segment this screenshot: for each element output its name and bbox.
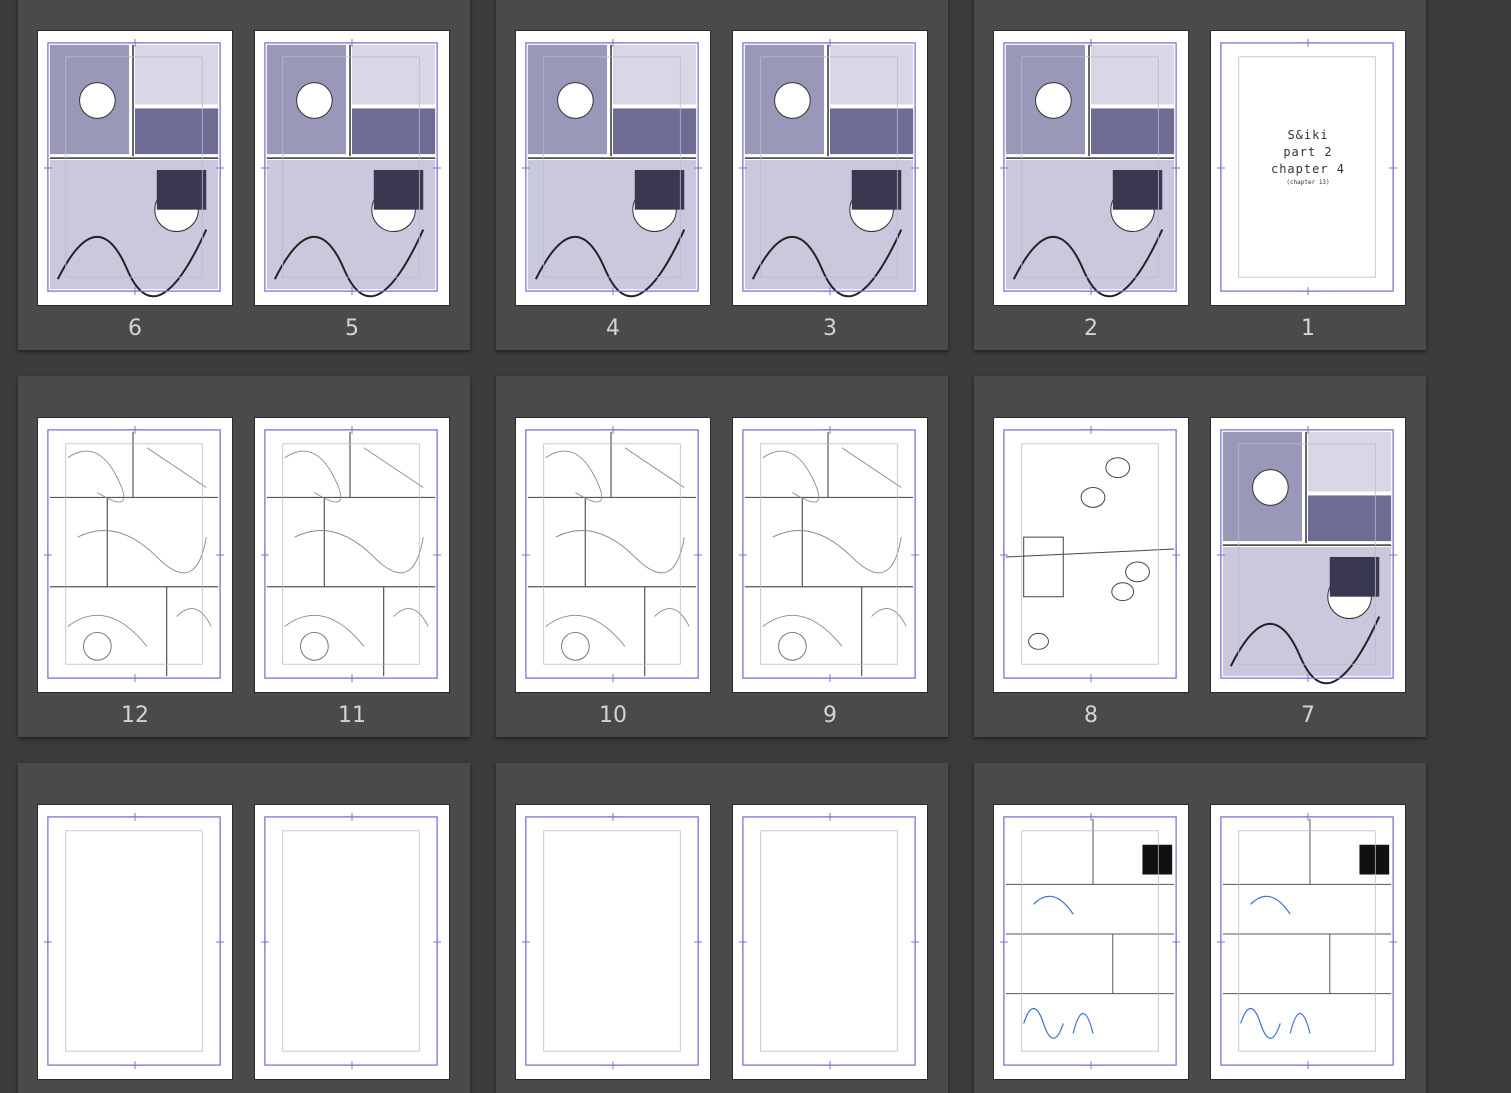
page-number: 5 xyxy=(345,316,359,341)
page-thumbnail[interactable] xyxy=(254,417,450,693)
page-artwork xyxy=(738,425,920,683)
page-thumbnail-selected[interactable] xyxy=(993,417,1189,693)
page-artwork xyxy=(260,38,442,298)
page-thumbnail[interactable] xyxy=(732,417,928,693)
page-thumbnail-blank[interactable] xyxy=(732,804,928,1080)
page-artwork xyxy=(43,812,225,1070)
title-page-text: S&iki part 2 chapter 4 (chapter 13) xyxy=(1211,127,1405,187)
page-artwork xyxy=(1216,812,1398,1070)
title-subline: (chapter 13) xyxy=(1286,179,1330,186)
page-artwork xyxy=(260,425,442,683)
page-artwork xyxy=(521,812,703,1070)
page-number: 2 xyxy=(1084,316,1098,341)
page-thumbnail[interactable] xyxy=(254,30,450,306)
page-thumbnail-blank[interactable] xyxy=(37,804,233,1080)
title-line: part 2 xyxy=(1283,145,1333,159)
page-thumbnail[interactable] xyxy=(515,30,711,306)
page-number: 12 xyxy=(121,703,149,728)
page-artwork xyxy=(1216,425,1398,685)
page-artwork xyxy=(738,38,920,298)
title-page-thumbnail[interactable]: S&iki part 2 chapter 4 (chapter 13) xyxy=(1210,30,1406,306)
page-artwork xyxy=(260,812,442,1070)
page-number: 3 xyxy=(823,316,837,341)
page-artwork xyxy=(999,812,1181,1070)
page-thumbnail[interactable] xyxy=(1210,417,1406,693)
page-thumbnail[interactable] xyxy=(1210,804,1406,1080)
title-line: chapter 4 xyxy=(1270,162,1346,176)
page-artwork xyxy=(521,38,703,298)
page-artwork xyxy=(521,425,703,683)
page-thumbnail[interactable] xyxy=(515,417,711,693)
page-number: 7 xyxy=(1301,703,1315,728)
page-thumbnail[interactable] xyxy=(732,30,928,306)
page-artwork xyxy=(738,812,920,1070)
page-artwork xyxy=(999,38,1181,298)
page-artwork xyxy=(43,425,225,683)
page-number: 9 xyxy=(823,703,837,728)
page-number: 6 xyxy=(128,316,142,341)
page-artwork xyxy=(999,425,1181,683)
page-thumbnail-blank[interactable] xyxy=(515,804,711,1080)
page-thumbnail[interactable] xyxy=(37,417,233,693)
page-thumbnail[interactable] xyxy=(993,30,1189,306)
page-artwork xyxy=(43,38,225,298)
page-thumbnail[interactable] xyxy=(37,30,233,306)
page-number: 8 xyxy=(1084,703,1098,728)
page-thumbnail-blank[interactable] xyxy=(254,804,450,1080)
title-line: S&iki xyxy=(1287,128,1329,142)
page-thumbnail[interactable] xyxy=(993,804,1189,1080)
page-number: 4 xyxy=(606,316,620,341)
page-number: 11 xyxy=(338,703,366,728)
page-number: 1 xyxy=(1301,316,1315,341)
page-number: 10 xyxy=(599,703,627,728)
